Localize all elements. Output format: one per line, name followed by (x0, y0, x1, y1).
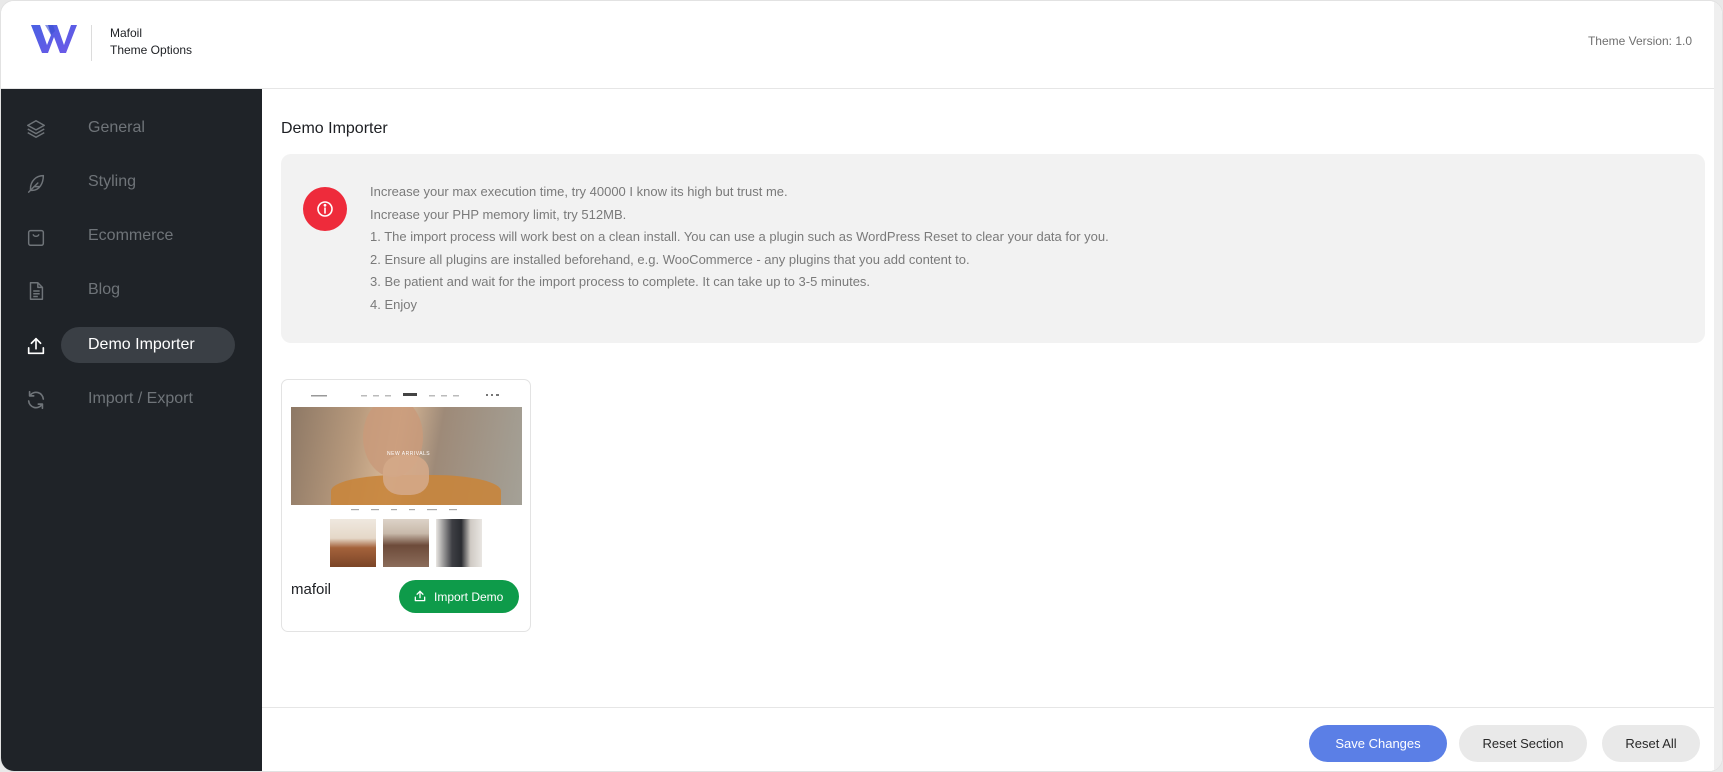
refresh-icon (25, 389, 47, 411)
logo-divider (91, 25, 92, 61)
demo-card: NEW ARRIVALS mafoil Import Demo (281, 379, 531, 632)
thumbnail-product-model (383, 519, 429, 567)
reset-all-button[interactable]: Reset All (1602, 725, 1700, 762)
theme-version: Theme Version: 1.0 (1587, 34, 1692, 48)
feather-icon (25, 172, 47, 194)
notice-line: Increase your max execution time, try 40… (370, 184, 788, 199)
thumbnail-product-bag (330, 519, 376, 567)
sidebar-item-general[interactable]: General (1, 110, 262, 146)
sidebar-item-label: Import / Export (88, 390, 193, 407)
brand-subtitle: Theme Options (110, 43, 193, 57)
notice-line: 1. The import process will work best on … (370, 229, 1109, 244)
import-demo-label: Import Demo (434, 590, 504, 604)
theme-options-panel: Mafoil Theme Options Theme Version: 1.0 … (0, 0, 1723, 772)
app-window: Mafoil Theme Options Theme Version: 1.0 … (0, 0, 1723, 772)
sidebar-item-demo-importer[interactable]: Demo Importer (1, 327, 262, 363)
sidebar-item-blog[interactable]: Blog (1, 272, 262, 308)
notice-text: Increase your max execution time, try 40… (370, 181, 1109, 316)
thumbnail-category-tabs (351, 509, 457, 511)
page-title: Demo Importer (281, 120, 388, 137)
notice-line: Increase your PHP memory limit, try 512M… (370, 206, 627, 222)
notice-line: 4. Enjoy (370, 296, 417, 312)
sidebar-item-label: Ecommerce (88, 227, 174, 244)
sidebar-item-ecommerce[interactable]: Ecommerce (1, 218, 262, 254)
sidebar-item-label: Styling (88, 173, 137, 190)
requirements-notice: Increase your max execution time, try 40… (281, 154, 1705, 343)
demo-name: mafoil (291, 581, 332, 598)
sidebar-item-styling[interactable]: Styling (1, 164, 262, 200)
thumbnail-nav-bar (311, 393, 499, 397)
sidebar-item-label: Demo Importer (88, 336, 195, 353)
sidebar: General Styling Ecommerce Blog Demo Impo… (1, 89, 262, 771)
import-demo-button[interactable]: Import Demo (399, 580, 519, 613)
upload-icon (414, 590, 426, 602)
sidebar-item-label: General (88, 119, 145, 136)
sidebar-item-import-export[interactable]: Import / Export (1, 381, 262, 417)
scrollbar[interactable] (1714, 1, 1722, 771)
reset-section-button[interactable]: Reset Section (1459, 725, 1587, 762)
notice-line: 3. Be patient and wait for the import pr… (370, 274, 871, 289)
demo-thumbnail[interactable]: NEW ARRIVALS (291, 388, 522, 567)
footer-actions: Save Changes Reset Section Reset All (262, 707, 1716, 771)
top-header: Mafoil Theme Options Theme Version: 1.0 (1, 1, 1722, 89)
brand-text: Mafoil Theme Options (110, 25, 192, 59)
notice-badge (303, 187, 347, 231)
thumbnail-product-trousers (436, 519, 482, 567)
notice-line: 2. Ensure all plugins are installed befo… (370, 251, 970, 267)
thumbnail-hero-text: NEW ARRIVALS (387, 451, 431, 457)
main-content: Demo Importer Increase your max executio… (262, 89, 1716, 707)
info-icon (317, 201, 333, 217)
brand-name: Mafoil (110, 26, 143, 40)
thumbnail-hero-image: NEW ARRIVALS (291, 407, 522, 505)
document-icon (25, 280, 47, 302)
upload-icon (25, 335, 47, 357)
layers-icon (25, 118, 47, 140)
brand-logo (31, 25, 77, 53)
shopping-bag-icon (25, 226, 47, 248)
sidebar-item-label: Blog (88, 281, 121, 298)
save-changes-button[interactable]: Save Changes (1309, 725, 1447, 762)
